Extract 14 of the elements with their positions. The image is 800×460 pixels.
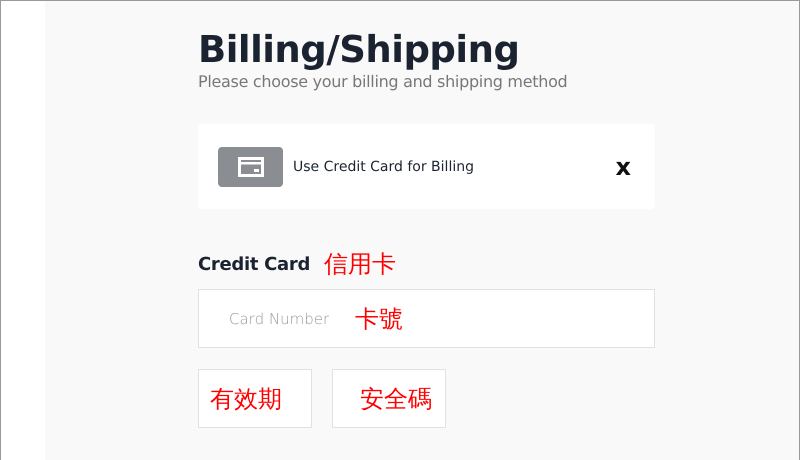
page-subtitle: Please choose your billing and shipping method <box>198 71 568 93</box>
credit-card-label: Credit Card <box>198 254 310 274</box>
annotation: 卡號 <box>355 304 403 334</box>
annotation: 安全碼 <box>360 384 432 414</box>
credit-card-icon <box>238 156 264 176</box>
close-button[interactable]: x <box>612 154 635 178</box>
annotation: 有效期 <box>210 384 282 414</box>
annotation: 信用卡 <box>324 249 396 280</box>
page-title: Billing/Shipping <box>198 27 520 73</box>
billing-option-label: Use Credit Card for Billing <box>293 158 475 174</box>
input-field[interactable]: 安全碼 <box>332 369 446 428</box>
credit-card-button[interactable] <box>218 146 283 186</box>
card-number-field[interactable]: Card Number <box>229 310 347 328</box>
input-field[interactable]: 有效期 <box>198 369 312 428</box>
